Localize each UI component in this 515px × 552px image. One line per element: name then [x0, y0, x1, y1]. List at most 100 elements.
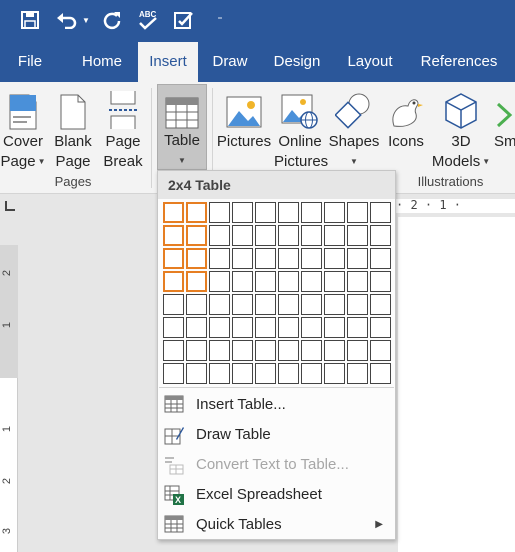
grid-cell[interactable] [186, 202, 207, 223]
grid-cell[interactable] [347, 248, 368, 269]
grid-cell[interactable] [209, 294, 230, 315]
grid-cell[interactable] [232, 271, 253, 292]
grid-cell[interactable] [232, 248, 253, 269]
grid-cell[interactable] [186, 248, 207, 269]
grid-cell[interactable] [370, 225, 391, 246]
grid-cell[interactable] [278, 317, 299, 338]
grid-cell[interactable] [186, 317, 207, 338]
tab-design[interactable]: Design [264, 42, 330, 82]
grid-cell[interactable] [324, 363, 345, 384]
grid-cell[interactable] [209, 225, 230, 246]
grid-cell[interactable] [232, 294, 253, 315]
grid-cell[interactable] [301, 271, 322, 292]
grid-cell[interactable] [301, 248, 322, 269]
grid-cell[interactable] [324, 317, 345, 338]
grid-cell[interactable] [301, 202, 322, 223]
grid-cell[interactable] [186, 271, 207, 292]
tab-layout[interactable]: Layout [336, 42, 404, 82]
grid-cell[interactable] [278, 363, 299, 384]
grid-cell[interactable] [278, 271, 299, 292]
blank-page-button[interactable]: Blank Page [52, 86, 94, 172]
tab-file[interactable]: File [6, 42, 54, 82]
cover-page-button[interactable]: Cover Page ▼ [0, 86, 46, 172]
draw-table-menu-item[interactable]: Draw Table [158, 420, 395, 450]
grid-cell[interactable] [370, 271, 391, 292]
grid-cell[interactable] [163, 225, 184, 246]
grid-cell[interactable] [255, 363, 276, 384]
grid-cell[interactable] [278, 202, 299, 223]
grid-cell[interactable] [347, 317, 368, 338]
grid-cell[interactable] [347, 294, 368, 315]
grid-cell[interactable] [278, 225, 299, 246]
grid-cell[interactable] [370, 317, 391, 338]
icons-button[interactable]: Icons [384, 86, 428, 152]
vertical-ruler[interactable]: 2 1 1 2 3 [0, 245, 18, 552]
grid-cell[interactable] [209, 248, 230, 269]
grid-cell[interactable] [209, 271, 230, 292]
smartart-button[interactable]: Sm [494, 86, 515, 152]
grid-cell[interactable] [370, 248, 391, 269]
page-break-button[interactable]: Page Break [100, 86, 146, 172]
grid-cell[interactable] [370, 202, 391, 223]
grid-cell[interactable] [186, 340, 207, 361]
grid-cell[interactable] [301, 317, 322, 338]
save-icon[interactable] [18, 7, 42, 33]
grid-cell[interactable] [324, 202, 345, 223]
undo-dropdown-icon[interactable]: ▼ [80, 7, 92, 33]
grid-cell[interactable] [163, 248, 184, 269]
online-pictures-button[interactable]: Online Pictures [274, 86, 328, 172]
grid-cell[interactable] [232, 317, 253, 338]
grid-cell[interactable] [324, 225, 345, 246]
grid-cell[interactable] [347, 271, 368, 292]
grid-cell[interactable] [163, 317, 184, 338]
tab-selector[interactable] [0, 195, 20, 217]
undo-icon[interactable] [54, 7, 80, 33]
touch-mode-icon[interactable] [172, 7, 196, 33]
grid-cell[interactable] [255, 317, 276, 338]
grid-cell[interactable] [232, 340, 253, 361]
grid-cell[interactable] [301, 340, 322, 361]
document-page[interactable] [398, 217, 515, 552]
tab-insert[interactable]: Insert [138, 42, 198, 82]
3d-models-button[interactable]: 3D Models ▼ [430, 86, 492, 172]
grid-cell[interactable] [209, 340, 230, 361]
grid-cell[interactable] [163, 271, 184, 292]
grid-cell[interactable] [232, 225, 253, 246]
grid-cell[interactable] [255, 340, 276, 361]
spelling-icon[interactable]: ABC [136, 7, 160, 33]
grid-cell[interactable] [278, 340, 299, 361]
grid-cell[interactable] [278, 248, 299, 269]
grid-cell[interactable] [278, 294, 299, 315]
grid-cell[interactable] [163, 294, 184, 315]
grid-cell[interactable] [255, 248, 276, 269]
grid-cell[interactable] [324, 248, 345, 269]
grid-cell[interactable] [163, 202, 184, 223]
grid-cell[interactable] [370, 363, 391, 384]
grid-cell[interactable] [186, 363, 207, 384]
grid-cell[interactable] [209, 363, 230, 384]
grid-cell[interactable] [301, 225, 322, 246]
tab-home[interactable]: Home [70, 42, 134, 82]
quick-tables-menu-item[interactable]: Quick Tables ▶ [158, 510, 395, 540]
grid-cell[interactable] [186, 294, 207, 315]
grid-cell[interactable] [324, 294, 345, 315]
grid-cell[interactable] [209, 317, 230, 338]
shapes-button[interactable]: Shapes ▼ [328, 86, 380, 172]
table-button[interactable]: Table ▼ [157, 84, 207, 170]
insert-table-menu-item[interactable]: Insert Table... [158, 390, 395, 420]
customize-qat-icon[interactable]: ⁼ [212, 7, 228, 33]
grid-cell[interactable] [163, 340, 184, 361]
tab-references[interactable]: References [410, 42, 508, 82]
grid-cell[interactable] [255, 202, 276, 223]
grid-cell[interactable] [209, 202, 230, 223]
table-grid-picker[interactable] [161, 201, 393, 384]
grid-cell[interactable] [232, 363, 253, 384]
redo-icon[interactable] [100, 7, 124, 33]
grid-cell[interactable] [186, 225, 207, 246]
grid-cell[interactable] [370, 340, 391, 361]
convert-text-menu-item[interactable]: Convert Text to Table... [158, 450, 395, 480]
grid-cell[interactable] [163, 363, 184, 384]
grid-cell[interactable] [255, 294, 276, 315]
grid-cell[interactable] [347, 363, 368, 384]
grid-cell[interactable] [370, 294, 391, 315]
